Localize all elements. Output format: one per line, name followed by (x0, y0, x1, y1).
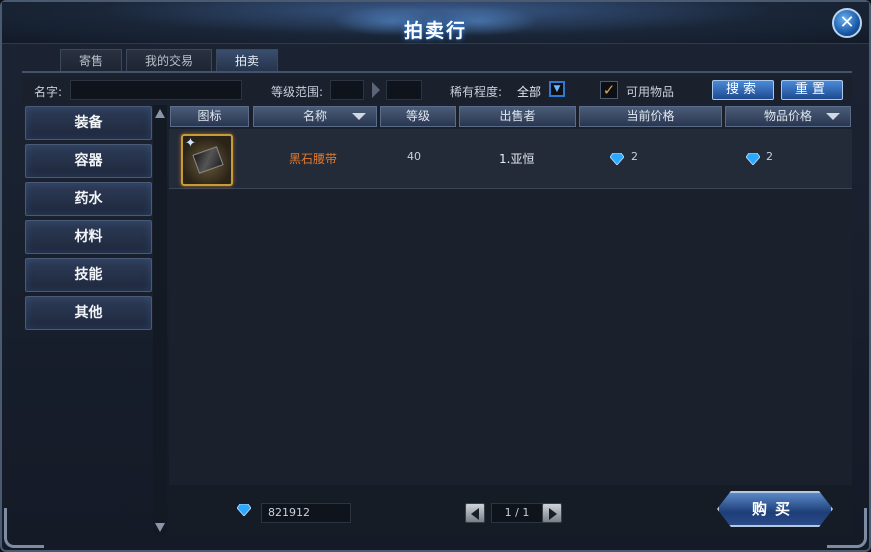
page-indicator: 1 / 1 (491, 503, 543, 523)
level-min-input[interactable] (330, 80, 364, 100)
arrow-left-icon (471, 508, 479, 520)
window-title: 拍卖行 (403, 20, 467, 42)
rarity-dropdown-button[interactable]: ▼ (549, 81, 565, 97)
item-seller: 1.亚恒 (499, 152, 535, 166)
current-price: 2 (631, 150, 638, 163)
usable-items-checkbox[interactable]: ✓ (600, 81, 618, 99)
tab-auction[interactable]: 拍卖 (216, 49, 279, 71)
belt-graphic (192, 146, 224, 174)
auction-window: 拍卖行 ✕ 寄售 我的交易 拍卖 名字: 等级范围: 稀有程度: 全部 ▼ ✓ … (0, 0, 871, 552)
level-range-label: 等级范围: (271, 85, 324, 99)
table-row[interactable]: ✦ 黑石腰带 40 1.亚恒 2 2 (169, 129, 852, 189)
item-name: 黑石腰带 (289, 152, 338, 166)
search-button[interactable]: 搜索 (712, 80, 774, 100)
category-container[interactable]: 容器 (25, 144, 152, 178)
name-label: 名字: (34, 85, 63, 99)
scrollbar[interactable] (153, 105, 167, 537)
column-header-seller[interactable]: 出售者 (459, 106, 576, 127)
footer-bar: 821912 1 / 1 购买 (169, 485, 852, 537)
next-page-button[interactable] (542, 503, 562, 523)
column-header-level[interactable]: 等级 (380, 106, 456, 127)
tab-bar: 寄售 我的交易 拍卖 (60, 49, 279, 71)
level-max-input[interactable] (386, 80, 422, 100)
rarity-select-value[interactable]: 全部 (517, 83, 541, 100)
tab-divider (22, 71, 852, 73)
filter-bar: 名字: 等级范围: 稀有程度: 全部 ▼ ✓ 可用物品 搜索 重置 (22, 76, 852, 104)
range-arrow-icon (372, 82, 380, 98)
column-header-current-price[interactable]: 当前价格 (579, 106, 722, 127)
tab-consign[interactable]: 寄售 (60, 49, 123, 71)
title-bar: 拍卖行 (2, 2, 869, 44)
item-price: 2 (766, 150, 773, 163)
auction-grid: 图标 名称 等级 出售者 当前价格 物品价格 ✦ 黑石腰带 40 1.亚恒 2 (169, 105, 852, 485)
diamond-icon (746, 153, 760, 165)
tab-my-trades[interactable]: 我的交易 (126, 49, 213, 71)
reset-button[interactable]: 重置 (781, 80, 843, 100)
sort-down-icon[interactable] (352, 113, 366, 120)
diamond-icon (237, 504, 251, 516)
category-equipment[interactable]: 装备 (25, 106, 152, 140)
chevron-down-icon: ▼ (553, 84, 561, 94)
column-header-name[interactable]: 名称 (253, 106, 377, 127)
sparkle-icon: ✦ (185, 136, 196, 151)
prev-page-button[interactable] (465, 503, 485, 523)
category-other[interactable]: 其他 (25, 296, 152, 330)
usable-items-label: 可用物品 (626, 85, 675, 99)
column-header-item-price[interactable]: 物品价格 (725, 106, 851, 127)
item-level: 40 (407, 150, 421, 163)
buy-button[interactable]: 购买 (717, 491, 833, 527)
scroll-down-icon[interactable] (155, 523, 165, 532)
sort-down-icon[interactable] (826, 113, 840, 120)
arrow-right-icon (549, 508, 557, 520)
belt-item-icon[interactable]: ✦ (181, 134, 233, 186)
category-list: 装备 容器 药水 材料 技能 其他 (22, 105, 153, 535)
column-header-label: 物品价格 (763, 109, 812, 123)
diamond-icon (610, 153, 624, 165)
name-input[interactable] (70, 80, 242, 100)
close-icon: ✕ (839, 12, 855, 33)
column-header-label: 名称 (302, 109, 327, 123)
column-header-icon: 图标 (170, 106, 249, 127)
category-potion[interactable]: 药水 (25, 182, 152, 216)
category-skill[interactable]: 技能 (25, 258, 152, 292)
currency-balance: 821912 (261, 503, 351, 523)
checkmark-icon: ✓ (602, 81, 616, 99)
scroll-up-icon[interactable] (155, 109, 165, 118)
close-button[interactable]: ✕ (832, 8, 862, 38)
category-material[interactable]: 材料 (25, 220, 152, 254)
rarity-label: 稀有程度: (450, 85, 503, 99)
